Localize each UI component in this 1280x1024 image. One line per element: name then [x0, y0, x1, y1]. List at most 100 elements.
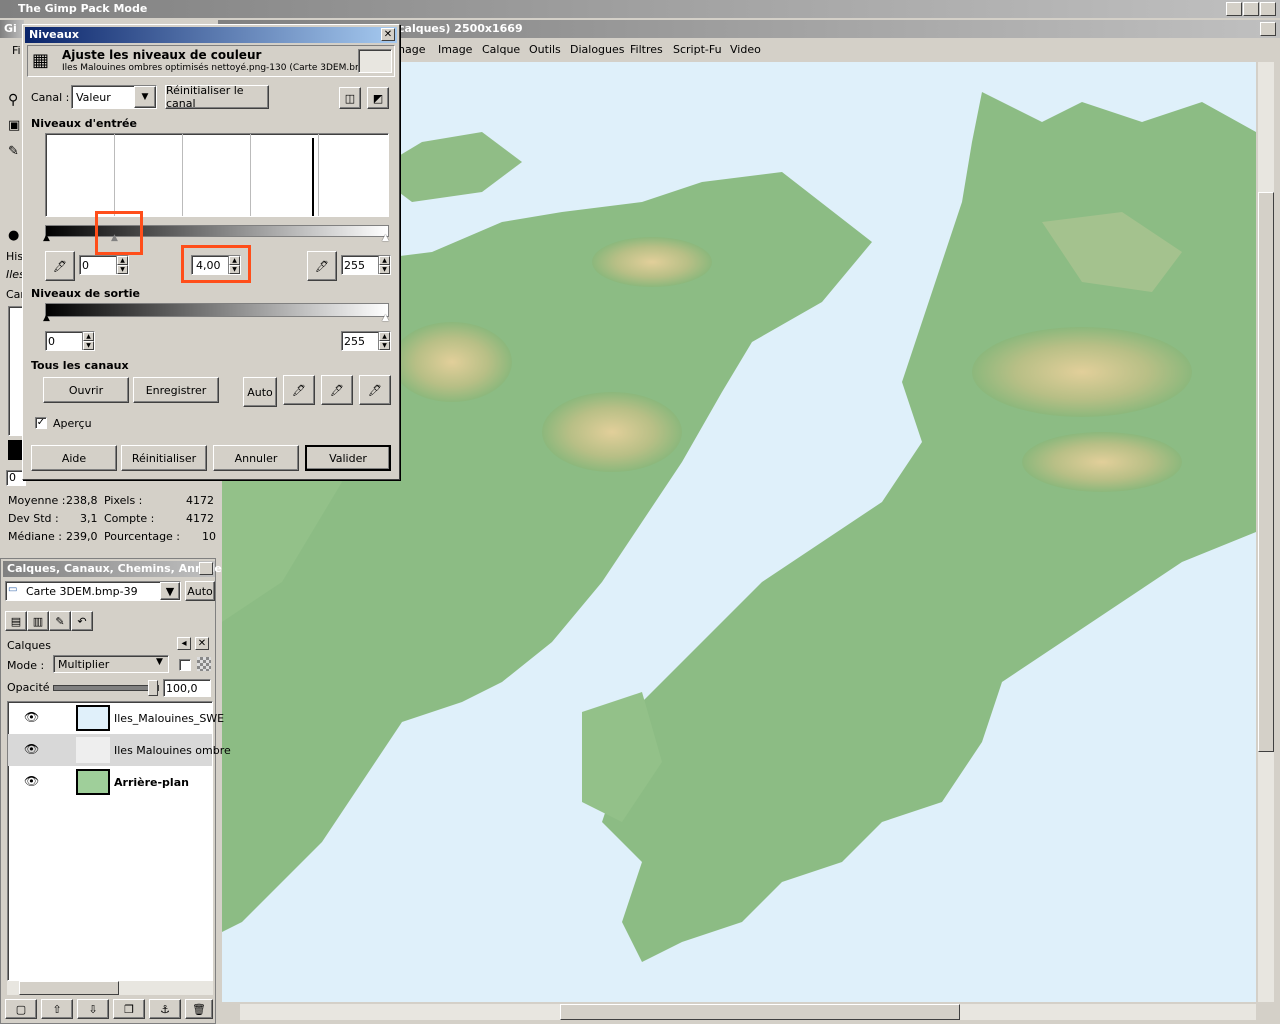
mountain [592, 237, 712, 287]
linear-histogram-button[interactable]: ◫ [339, 87, 361, 109]
pick-gray-point-button[interactable]: 🖊 [321, 375, 353, 405]
pick-white-eyedropper[interactable]: 🖊 [307, 251, 337, 281]
layers-section-close-icon[interactable]: ✕ [195, 637, 209, 650]
output-low-handle[interactable]: ▲ [43, 313, 50, 323]
image-select-dropdown[interactable]: ▼ [160, 582, 180, 600]
menu-video[interactable]: Video [730, 43, 761, 56]
opacity-field[interactable]: 100,0 [163, 679, 211, 697]
levels-titlebar: Niveaux ✕ [25, 27, 397, 43]
levels-dialog: Niveaux ✕ ▦ Ajuste les niveaux de couleu… [22, 24, 400, 480]
menu-outils[interactable]: Outils [529, 43, 561, 56]
input-low-spinner[interactable]: ▲ ▼ [116, 256, 128, 274]
menu-hage[interactable]: hage [398, 43, 425, 56]
tab-layers-icon[interactable]: ▤ [5, 611, 27, 631]
output-high-field[interactable]: 255 ▲ ▼ [341, 331, 391, 351]
preview-label[interactable]: Aperçu [53, 417, 92, 430]
image-thumb-icon: ▭ [8, 584, 18, 595]
zoom-tool-icon[interactable]: ⚲ [8, 92, 18, 108]
image-select[interactable]: ▭ Carte 3DEM.bmp-39 ▼ [5, 581, 181, 601]
output-high-spinner[interactable]: ▲ ▼ [378, 332, 390, 350]
input-low-value: 0 [82, 259, 89, 272]
log-histogram-button[interactable]: ◩ [367, 87, 389, 109]
mountain [392, 322, 512, 402]
opacity-slider[interactable] [53, 680, 159, 696]
pick-black-eyedropper[interactable]: 🖊 [45, 251, 75, 281]
minimize-button[interactable]: _ [1226, 2, 1242, 16]
auto-levels-button[interactable]: Auto [243, 377, 277, 407]
layers-section-label: Calques [7, 639, 51, 652]
horizontal-scrollbar[interactable] [240, 1004, 1256, 1020]
menu-calque[interactable]: Calque [482, 43, 520, 56]
pick-white-point-button[interactable]: 🖊 [359, 375, 391, 405]
reset-button[interactable]: Réinitialiser [121, 445, 207, 471]
output-high-handle[interactable]: ▲ [382, 313, 389, 323]
ok-button[interactable]: Valider [305, 445, 391, 471]
visibility-eye-icon[interactable]: 👁 [24, 710, 39, 724]
color-black-icon[interactable]: ● [8, 228, 19, 243]
input-histogram [45, 133, 389, 217]
levels-close-button[interactable]: ✕ [381, 28, 395, 41]
opacity-slider-handle[interactable] [148, 680, 158, 696]
output-low-field[interactable]: 0 ▲ ▼ [45, 331, 95, 351]
visibility-eye-icon[interactable]: 👁 [24, 742, 39, 756]
layer-row[interactable]: 👁 Iles Malouines ombre [8, 734, 231, 766]
visibility-eye-icon[interactable]: 👁 [24, 774, 39, 788]
tab-paths-icon[interactable]: ✎ [49, 611, 71, 631]
tab-channels-icon[interactable]: ▥ [27, 611, 49, 631]
raise-layer-button[interactable]: ⇧ [41, 999, 73, 1019]
layers-hscroll[interactable] [7, 981, 213, 995]
anchor-layer-button[interactable]: ⚓ [149, 999, 181, 1019]
input-high-handle[interactable]: ▲ [382, 233, 389, 243]
delete-layer-button[interactable]: 🗑 [185, 999, 213, 1019]
input-high-spinner[interactable]: ▲ ▼ [378, 256, 390, 274]
layer-row[interactable]: 👁 Arrière-plan [8, 766, 212, 798]
lower-layer-button[interactable]: ⇩ [77, 999, 109, 1019]
toolbox-titlebar: Gi [0, 20, 24, 38]
save-button[interactable]: Enregistrer [133, 377, 219, 403]
close-button[interactable]: ✕ [1260, 2, 1276, 16]
open-button[interactable]: Ouvrir [43, 377, 129, 403]
layers-menu-icon[interactable]: ◂ [177, 637, 191, 650]
input-low-field[interactable]: 0 ▲ ▼ [79, 255, 129, 275]
lock-alpha-checkbox[interactable] [179, 659, 191, 671]
pick-black-point-button[interactable]: 🖊 [283, 375, 315, 405]
layer-row[interactable]: 👁 Iles_Malouines_SWE [8, 702, 224, 734]
reset-channel-button[interactable]: Réinitialiser le canal [165, 84, 269, 110]
layers-close-button[interactable]: ✕ [199, 562, 213, 575]
toolbox-menu-file[interactable]: Fi [12, 44, 21, 57]
menu-dialogues[interactable]: Dialogues [570, 43, 625, 56]
histogram-bar [312, 138, 314, 216]
stat-value: 10 [202, 530, 216, 543]
menu-filtres[interactable]: Filtres [630, 43, 663, 56]
mode-select[interactable]: Multiplier ▼ [53, 655, 169, 673]
histogram-stats: Moyenne : 238,8 Pixels : 4172 Dev Std : … [6, 492, 216, 552]
help-button[interactable]: Aide [31, 445, 117, 471]
preview-checkbox[interactable]: ✓ [35, 417, 47, 429]
new-layer-button[interactable]: ▢ [5, 999, 37, 1019]
maximize-button[interactable]: □ [1243, 2, 1259, 16]
input-high-field[interactable]: 255 ▲ ▼ [341, 255, 391, 275]
stat-value: 3,1 [80, 512, 98, 525]
output-low-spinner[interactable]: ▲ ▼ [82, 332, 94, 350]
layers-list: 👁 Iles_Malouines_SWE 👁 Iles Malouines om… [7, 701, 231, 981]
tab-undo-icon[interactable]: ↶ [71, 611, 93, 631]
layers-hscroll-thumb[interactable] [19, 981, 119, 995]
scroll-thumb-vertical[interactable] [1258, 192, 1274, 752]
canal-dropdown-button[interactable]: ▼ [134, 86, 156, 108]
auto-button[interactable]: Auto [185, 581, 215, 601]
layer-name: Iles_Malouines_SWE [114, 712, 225, 725]
image-close-button[interactable]: ✕ [1260, 22, 1276, 36]
scroll-thumb-horizontal[interactable] [560, 1004, 960, 1020]
menu-script-fu[interactable]: Script-Fu [673, 43, 722, 56]
gamma-handle-highlight [95, 211, 143, 255]
cancel-button[interactable]: Annuler [213, 445, 299, 471]
menu-image[interactable]: Image [438, 43, 472, 56]
measure-tool-icon[interactable]: ▣ [8, 118, 20, 133]
input-low-handle[interactable]: ▲ [43, 233, 50, 243]
duplicate-layer-button[interactable]: ❐ [113, 999, 145, 1019]
levels-header-subtitle: Iles Malouines ombres optimisés nettoyé.… [62, 63, 373, 73]
layer-thumbnail [76, 737, 110, 763]
pencil-tool-icon[interactable]: ✎ [8, 144, 19, 159]
canal-select[interactable]: Valeur ▼ [71, 85, 157, 109]
vertical-scrollbar[interactable] [1258, 62, 1274, 1002]
